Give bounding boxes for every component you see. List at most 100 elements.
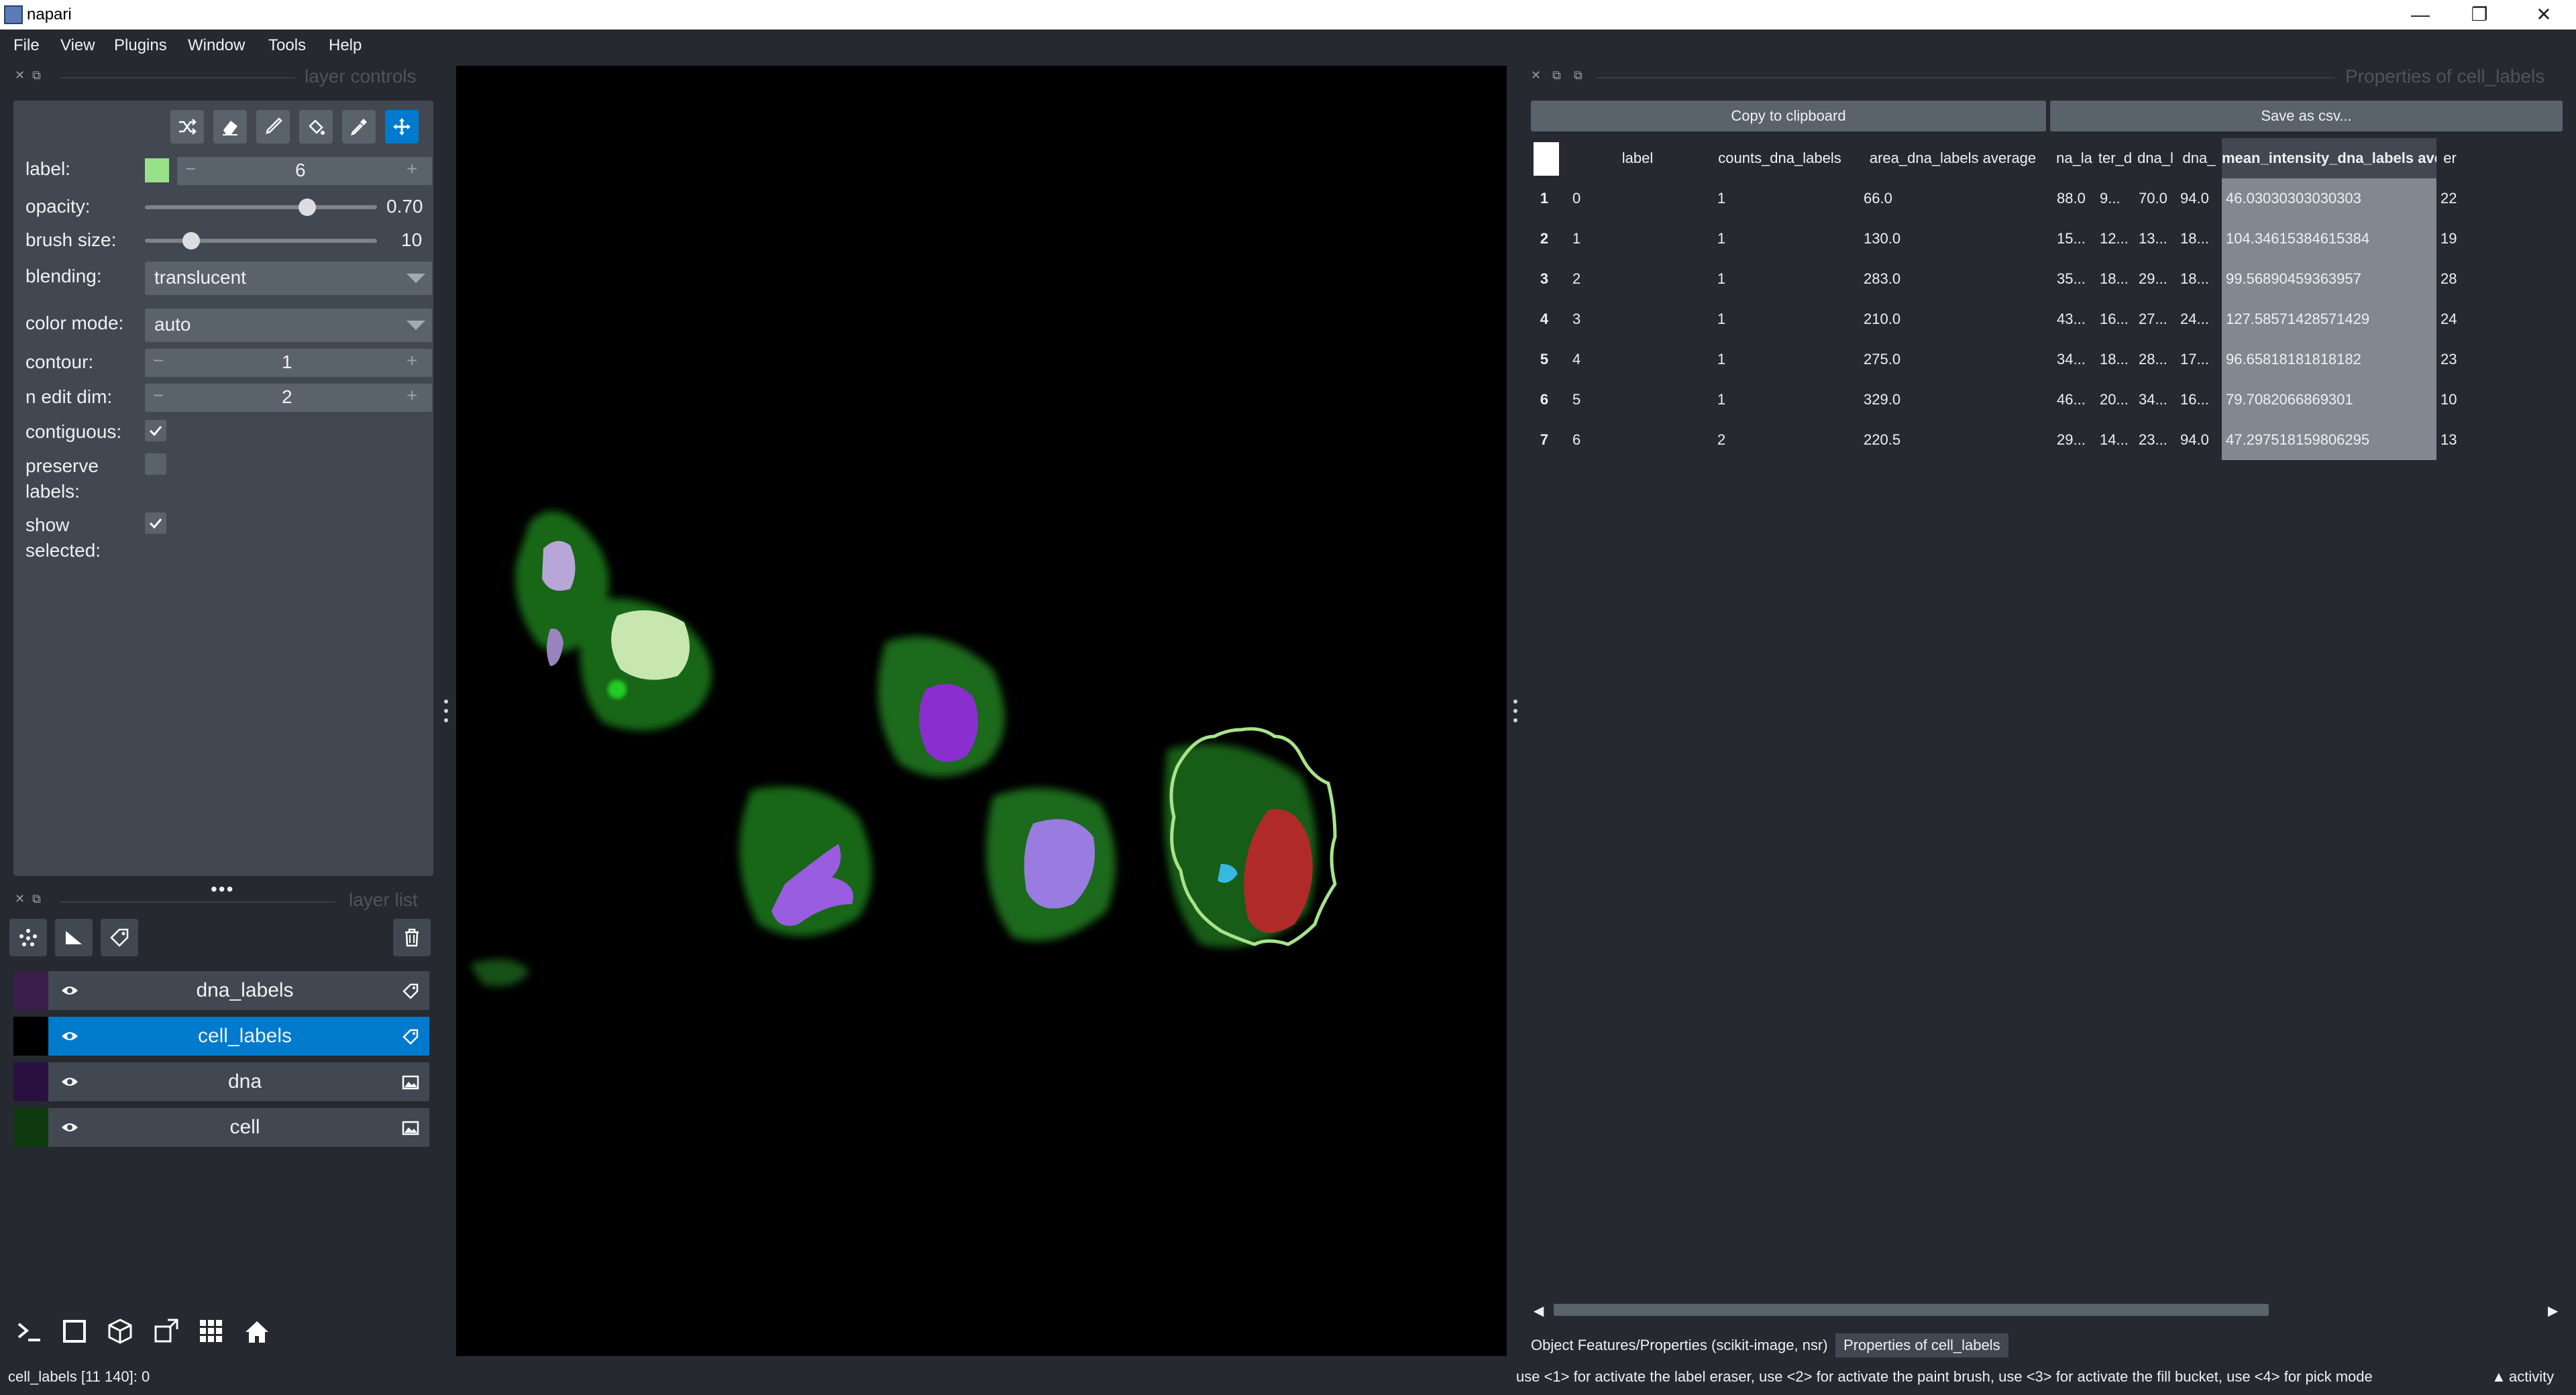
left-splitter-handle[interactable] [443,698,449,724]
row-header[interactable]: 6 [1531,380,1558,420]
new-labels-layer-button[interactable] [101,919,138,956]
row-header[interactable]: 1 [1531,178,1558,219]
copy-to-clipboard-button[interactable]: Copy to clipboard [1531,101,2046,131]
contour-increment-button[interactable]: + [407,350,417,372]
table-cell[interactable]: 17... [2176,339,2222,380]
eye-icon[interactable] [60,983,79,998]
column-header[interactable]: er [2436,138,2463,178]
n-edit-dim-increment-button[interactable]: + [407,385,417,406]
dock-splitter-handle[interactable]: ••• [211,879,234,900]
table-cell[interactable]: 4 [1568,339,1707,380]
column-header[interactable]: label [1568,138,1707,178]
table-cell[interactable]: 35... [2053,259,2096,299]
scroll-right-icon[interactable]: ▶ [2548,1302,2558,1319]
contour-spinbox[interactable]: − 1 + [145,349,432,377]
table-cell[interactable]: 46... [2053,380,2096,420]
menu-plugins[interactable]: Plugins [114,36,167,55]
table-cell[interactable]: 329.0 [1853,380,2053,420]
new-points-layer-button[interactable] [9,919,47,956]
show-selected-checkbox[interactable] [145,512,166,534]
table-cell[interactable]: 66.0 [1853,178,2053,219]
row-header[interactable]: 3 [1531,259,1558,299]
table-cell[interactable]: 20... [2096,380,2135,420]
table-cell[interactable]: 47.297518159806295 [2222,420,2436,460]
table-cell[interactable]: 23... [2135,420,2176,460]
n-edit-dim-spinbox[interactable]: − 2 + [145,384,432,412]
contiguous-checkbox[interactable] [145,420,166,441]
column-header[interactable]: ter_d [2096,138,2135,178]
delete-layer-button[interactable] [393,919,431,956]
table-cell[interactable]: 28 [2436,259,2463,299]
n-edit-dim-decrement-button[interactable]: − [153,385,164,406]
table-cell[interactable]: 14... [2096,420,2135,460]
table-cell[interactable]: 34... [2053,339,2096,380]
table-cell[interactable]: 1 [1707,299,1853,339]
label-spinbox[interactable]: − 6 + [177,157,432,185]
table-cell[interactable]: 18... [2096,259,2135,299]
menu-tools[interactable]: Tools [268,36,306,55]
table-cell[interactable]: 1 [1707,339,1853,380]
table-cell[interactable]: 24 [2436,299,2463,339]
table-cell[interactable]: 12... [2096,219,2135,259]
label-increment-button[interactable]: + [407,158,417,180]
table-cell[interactable]: 1 [1707,259,1853,299]
table-cell[interactable]: 70.0 [2135,178,2176,219]
layer-name[interactable]: dna_labels [87,979,402,1002]
reset-view-button[interactable] [237,1312,276,1351]
table-cell[interactable]: 210.0 [1853,299,2053,339]
layer-row[interactable]: dna [13,1062,429,1101]
table-cell[interactable]: 18... [2096,339,2135,380]
column-header[interactable]: dna_l [2135,138,2176,178]
table-cell[interactable]: 22 [2436,178,2463,219]
layer-name[interactable]: dna [87,1070,402,1093]
table-cell[interactable]: 13... [2135,219,2176,259]
table-cell[interactable]: 220.5 [1853,420,2053,460]
brush-size-slider[interactable] [145,239,377,243]
table-cell[interactable]: 46.03030303030303 [2222,178,2436,219]
table-cell[interactable]: 1 [1707,178,1853,219]
column-header[interactable]: dna_ [2176,138,2222,178]
save-as-csv-button[interactable]: Save as csv... [2050,101,2563,131]
row-header[interactable]: 2 [1531,219,1558,259]
table-cell[interactable]: 34... [2135,380,2176,420]
roll-dimensions-button[interactable] [101,1312,140,1351]
table-horizontal-scrollbar[interactable]: ◀ ▶ [1531,1301,2568,1319]
table-cell[interactable]: 16... [2096,299,2135,339]
table-cell[interactable]: 88.0 [2053,178,2096,219]
table-cell[interactable]: 6 [1568,420,1707,460]
row-header[interactable]: 4 [1531,299,1558,339]
opacity-slider-handle[interactable] [299,199,317,216]
layer-name[interactable]: cell_labels [87,1025,402,1048]
right-splitter-handle[interactable] [1512,698,1519,724]
dock-close-icon[interactable]: ✕ [15,68,25,82]
table-cell[interactable]: 10 [2436,380,2463,420]
table-cell[interactable]: 1 [1707,380,1853,420]
opacity-slider[interactable] [145,205,377,209]
pan-zoom-button[interactable] [385,110,419,144]
table-cell[interactable]: 5 [1568,380,1707,420]
tab-properties-cell-labels[interactable]: Properties of cell_labels [1835,1333,2008,1357]
preserve-labels-checkbox[interactable] [145,453,166,475]
paint-brush-button[interactable] [256,110,290,144]
console-button[interactable] [9,1312,48,1351]
shuffle-colors-button[interactable] [170,110,204,144]
table-cell[interactable]: 2 [1707,420,1853,460]
dock-close-icon[interactable]: ✕ [1531,68,1541,82]
dock-float-icon[interactable]: ⧉ [1574,68,1582,82]
dock-float-icon[interactable]: ⧉ [32,68,41,82]
scroll-left-icon[interactable]: ◀ [1534,1302,1544,1319]
label-decrement-button[interactable]: − [185,158,196,180]
activity-arrow-icon[interactable]: ▲ [2491,1368,2506,1386]
table-cell[interactable]: 2 [1568,259,1707,299]
dock-close-icon[interactable]: ✕ [15,892,25,906]
toggle-grid-button[interactable] [192,1312,231,1351]
table-cell[interactable]: 23 [2436,339,2463,380]
brush-size-slider-handle[interactable] [182,232,201,249]
menu-help[interactable]: Help [329,36,362,55]
select-all-corner[interactable] [1534,142,1559,176]
table-cell[interactable]: 9... [2096,178,2135,219]
transpose-dimensions-button[interactable] [146,1312,185,1351]
eraser-button[interactable] [213,110,247,144]
table-cell[interactable]: 0 [1568,178,1707,219]
column-header[interactable]: na_la [2053,138,2096,178]
